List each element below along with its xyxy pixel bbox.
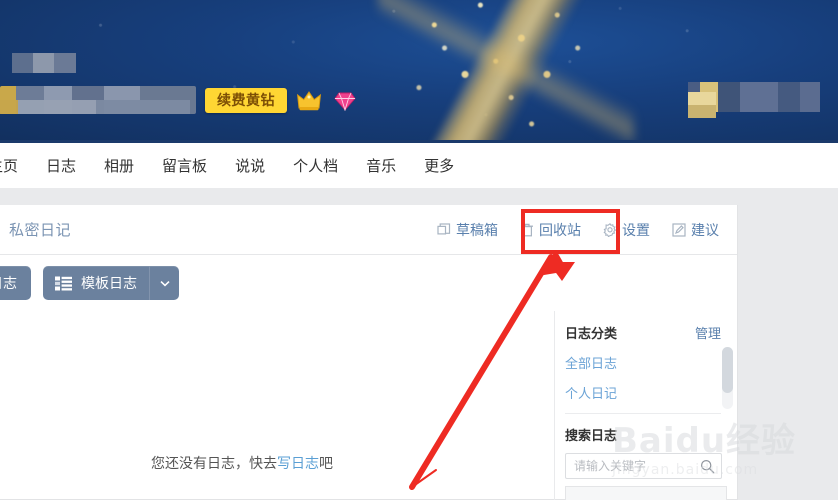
blurred-right-badge bbox=[688, 92, 716, 118]
blurred-username-top bbox=[12, 53, 76, 73]
recycle-bin-label: 回收站 bbox=[539, 221, 581, 238]
action-button-row: 日志 模板日志 bbox=[0, 255, 737, 311]
nav-item-music[interactable]: 音乐 bbox=[366, 155, 396, 176]
screenshot-root: 续费黄钻 主页 日志 相册 留言板 说说 个人档 音乐 更多 私密日记 bbox=[0, 0, 838, 500]
category-personal-diary[interactable]: 个人日记 bbox=[565, 383, 721, 402]
content-split: 您还没有日志，快去写日志吧 日志分类 管理 全部日志 个人日记 搜索日志 请输入… bbox=[0, 311, 737, 500]
renew-yellow-diamond-button[interactable]: 续费黄钻 bbox=[205, 88, 287, 113]
edit-icon bbox=[672, 222, 686, 237]
drafts-button[interactable]: 草稿箱 bbox=[437, 220, 498, 240]
nav-item-more[interactable]: 更多 bbox=[424, 155, 454, 176]
nav-item-guestbook[interactable]: 留言板 bbox=[162, 155, 207, 176]
header-toolbar: 草稿箱 回收站 设置 建议 bbox=[437, 220, 719, 240]
blog-list-area: 您还没有日志，快去写日志吧 bbox=[0, 311, 554, 500]
empty-text-before: 您还没有日志，快去 bbox=[151, 455, 277, 471]
card-header: 私密日记 草稿箱 回收站 设置 建议 bbox=[0, 205, 737, 255]
month-archive: 1月 2月 3月 4月 bbox=[565, 486, 727, 500]
write-blog-button[interactable]: 日志 bbox=[0, 266, 31, 300]
feedback-button[interactable]: 建议 bbox=[672, 220, 719, 240]
nav-item-blog[interactable]: 日志 bbox=[46, 155, 76, 176]
template-blog-label: 模板日志 bbox=[81, 275, 137, 291]
sparkle-star-graphic bbox=[378, 0, 634, 140]
sidebar-divider bbox=[565, 413, 721, 414]
search-input[interactable] bbox=[574, 459, 695, 473]
trash-icon bbox=[521, 223, 533, 236]
manage-categories-link[interactable]: 管理 bbox=[695, 323, 721, 342]
search-section-title: 搜索日志 bbox=[565, 428, 618, 443]
recycle-bin-button[interactable]: 回收站 bbox=[520, 220, 581, 240]
nav-item-home[interactable]: 主页 bbox=[0, 155, 18, 176]
blurred-username-bar-2 bbox=[0, 100, 190, 114]
profile-banner: 续费黄钻 bbox=[0, 0, 838, 140]
main-navigation: 主页 日志 相册 留言板 说说 个人档 音乐 更多 bbox=[0, 140, 838, 188]
template-blog-button[interactable]: 模板日志 bbox=[43, 266, 179, 300]
write-blog-label: 日志 bbox=[0, 275, 17, 291]
nav-item-shuoshuo[interactable]: 说说 bbox=[235, 155, 265, 176]
category-title: 日志分类 bbox=[565, 326, 618, 341]
nav-item-album[interactable]: 相册 bbox=[104, 155, 134, 176]
category-header: 日志分类 管理 bbox=[565, 323, 721, 342]
right-sidebar: 日志分类 管理 全部日志 个人日记 搜索日志 请输入关键字 bbox=[554, 311, 737, 500]
settings-label: 设置 bbox=[622, 221, 650, 238]
drafts-label: 草稿箱 bbox=[456, 221, 498, 238]
gear-icon bbox=[603, 222, 617, 237]
nav-item-profile[interactable]: 个人档 bbox=[293, 155, 338, 176]
search-icon[interactable] bbox=[700, 459, 715, 474]
blog-content-card: 私密日记 草稿箱 回收站 设置 建议 志 模板日志 您还没有日志，快去写日志吧 … bbox=[0, 205, 738, 500]
category-all-blogs[interactable]: 全部日志 bbox=[565, 353, 721, 372]
drafts-icon bbox=[437, 222, 451, 235]
feedback-label: 建议 bbox=[691, 221, 719, 238]
search-box[interactable] bbox=[565, 453, 722, 479]
chevron-down-icon[interactable] bbox=[149, 266, 179, 300]
empty-state-message: 您还没有日志，快去写日志吧 bbox=[151, 453, 333, 473]
settings-button[interactable]: 设置 bbox=[603, 220, 650, 240]
month-archive-header bbox=[566, 487, 726, 500]
crown-icon[interactable] bbox=[297, 90, 321, 112]
write-blog-link[interactable]: 写日志 bbox=[277, 455, 319, 471]
diamond-icon[interactable] bbox=[334, 91, 356, 111]
sidebar-scrollbar-thumb[interactable] bbox=[722, 347, 733, 393]
page-title: 私密日记 bbox=[9, 222, 72, 239]
empty-text-after: 吧 bbox=[319, 455, 333, 471]
template-icon bbox=[55, 276, 72, 290]
